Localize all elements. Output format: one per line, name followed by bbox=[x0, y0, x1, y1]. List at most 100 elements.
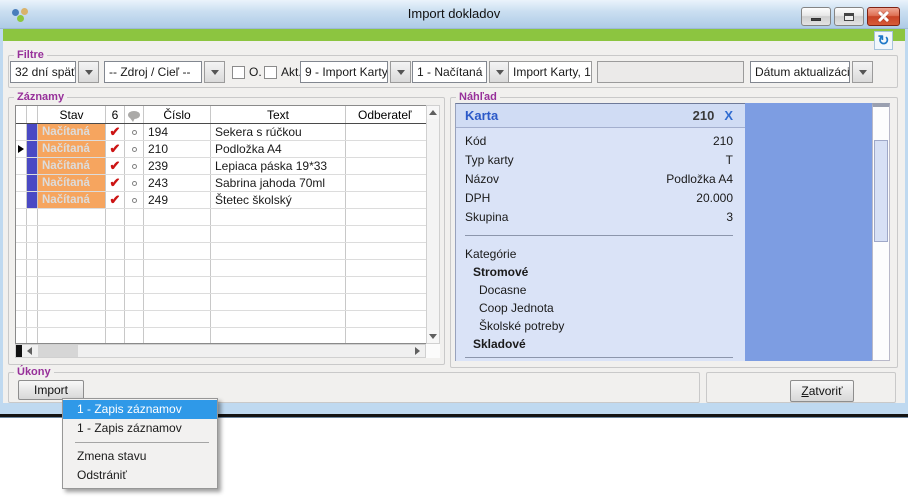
table-row[interactable]: Načítaná ✔ 194 Sekera s rúčkou bbox=[16, 124, 426, 141]
records-horizontal-scrollbar[interactable] bbox=[15, 344, 426, 358]
state-filter-dropdown-button[interactable] bbox=[489, 61, 510, 83]
header-text[interactable]: Text bbox=[211, 106, 346, 123]
header-cislo[interactable]: Číslo bbox=[144, 106, 211, 123]
table-row-current[interactable]: Načítaná ✔ 210 Podložka A4 bbox=[16, 141, 426, 158]
chevron-down-icon bbox=[859, 70, 867, 75]
o-checkbox-box[interactable] bbox=[232, 66, 245, 79]
status-dot-icon bbox=[132, 198, 137, 203]
sort-by-dropdown-button[interactable] bbox=[852, 61, 873, 83]
preview-scrollbar[interactable] bbox=[872, 103, 890, 361]
column-splitter-handle[interactable] bbox=[16, 345, 22, 357]
close-window-button[interactable]: Zatvoriť bbox=[790, 380, 854, 402]
current-row-arrow-icon bbox=[18, 145, 24, 153]
check-icon: ✔ bbox=[110, 141, 121, 157]
import-type-dropdown-button[interactable] bbox=[390, 61, 411, 83]
status-dot-icon bbox=[132, 147, 137, 152]
table-row[interactable]: Načítaná ✔ 243 Sabrina jahoda 70ml bbox=[16, 175, 426, 192]
accent-bar bbox=[3, 29, 905, 41]
scrollbar-corner bbox=[426, 344, 440, 358]
menu-item-zmena-stavu[interactable]: Zmena stavu bbox=[63, 447, 217, 466]
header-stav[interactable]: Stav bbox=[38, 106, 106, 123]
maximize-button[interactable] bbox=[834, 7, 864, 26]
filter-text-input[interactable]: Import Karty, 12 bbox=[508, 61, 592, 83]
arrow-down-icon bbox=[429, 334, 437, 339]
window-title: Import dokladov bbox=[0, 6, 908, 21]
filters-label: Filtre bbox=[14, 49, 47, 61]
import-type-combo[interactable]: 9 - Import Karty bbox=[300, 61, 411, 83]
records-table: Stav 6 Číslo Text Odberateľ Načítaná ✔ 1… bbox=[15, 105, 426, 344]
scroll-up-button[interactable] bbox=[427, 106, 439, 119]
header-selector bbox=[16, 106, 27, 123]
akt-checkbox-label: Akt. bbox=[281, 65, 302, 79]
scroll-down-button[interactable] bbox=[427, 330, 439, 343]
header-odberatel[interactable]: Odberateľ bbox=[346, 106, 426, 123]
menu-separator bbox=[75, 442, 209, 443]
records-vertical-scrollbar[interactable] bbox=[426, 105, 440, 344]
sort-by-value: Dátum aktualizácie bbox=[750, 61, 850, 83]
akt-checkbox[interactable]: Akt. bbox=[264, 65, 302, 79]
import-type-value: 9 - Import Karty bbox=[300, 61, 388, 83]
scroll-right-button[interactable] bbox=[411, 345, 424, 357]
close-button[interactable] bbox=[867, 7, 900, 26]
category-item: Docasne bbox=[456, 281, 745, 299]
source-target-combo[interactable]: -- Zdroj / Cieľ -- bbox=[104, 61, 225, 83]
import-dokladov-window: Import dokladov ↻ Filtre 32 dní späť -- … bbox=[0, 0, 908, 417]
arrow-left-icon bbox=[27, 347, 32, 355]
categories-label: Kategórie bbox=[456, 244, 745, 263]
category-item: Coop Jednota bbox=[456, 299, 745, 317]
category-item: Školské potreby bbox=[456, 317, 745, 335]
category-item: Skladové bbox=[456, 335, 745, 353]
empty-table-row bbox=[16, 294, 426, 311]
close-icon bbox=[878, 11, 889, 22]
preview-card-header: Karta 210 X bbox=[456, 104, 745, 128]
akt-checkbox-box[interactable] bbox=[264, 66, 277, 79]
import-context-menu: 1 - Zapis záznamov 1 - Zapis záznamov Zm… bbox=[62, 398, 218, 489]
preview-detail-area bbox=[745, 103, 872, 361]
preview-scroll-thumb[interactable] bbox=[874, 140, 888, 242]
header-balloon[interactable] bbox=[125, 106, 144, 123]
empty-table-row bbox=[16, 226, 426, 243]
period-filter-combo[interactable]: 32 dní späť bbox=[10, 61, 99, 83]
import-button[interactable]: Import bbox=[18, 380, 84, 400]
card-close-icon[interactable]: X bbox=[724, 108, 733, 123]
source-target-value: -- Zdroj / Cieľ -- bbox=[104, 61, 202, 83]
window-border-left bbox=[0, 29, 3, 414]
preview-field: Skupina3 bbox=[456, 207, 745, 226]
minimize-icon bbox=[811, 18, 821, 21]
menu-item-zapis-zaznamov-1[interactable]: 1 - Zapis záznamov bbox=[63, 400, 217, 419]
check-icon: ✔ bbox=[110, 175, 121, 191]
check-icon: ✔ bbox=[110, 124, 121, 140]
header-six[interactable]: 6 bbox=[106, 106, 125, 123]
arrow-up-icon bbox=[429, 110, 437, 115]
sort-by-combo[interactable]: Dátum aktualizácie bbox=[750, 61, 873, 83]
chevron-down-icon bbox=[85, 70, 93, 75]
state-filter-value: 1 - Načítaná bbox=[412, 61, 487, 83]
divider bbox=[465, 357, 733, 358]
card-title: Karta bbox=[465, 108, 693, 123]
refresh-icon[interactable]: ↻ bbox=[874, 31, 893, 50]
state-filter-combo[interactable]: 1 - Načítaná bbox=[412, 61, 510, 83]
minimize-button[interactable] bbox=[801, 7, 831, 26]
table-row[interactable]: Načítaná ✔ 239 Lepiaca páska 19*33 bbox=[16, 158, 426, 175]
o-checkbox-label: O. bbox=[249, 65, 262, 79]
menu-item-odstranit[interactable]: Odstrániť bbox=[63, 466, 217, 485]
source-target-dropdown-button[interactable] bbox=[204, 61, 225, 83]
title-bar[interactable]: Import dokladov bbox=[0, 0, 908, 29]
search-input[interactable] bbox=[597, 61, 744, 83]
actions-label: Úkony bbox=[14, 366, 54, 378]
empty-table-row bbox=[16, 328, 426, 344]
scroll-left-button[interactable] bbox=[23, 345, 36, 357]
empty-table-row bbox=[16, 311, 426, 328]
preview-field: Typ kartyT bbox=[456, 150, 745, 169]
horizontal-scroll-thumb[interactable] bbox=[38, 345, 78, 357]
table-row[interactable]: Načítaná ✔ 249 Štetec školský bbox=[16, 192, 426, 209]
period-filter-dropdown-button[interactable] bbox=[78, 61, 99, 83]
chevron-down-icon bbox=[211, 70, 219, 75]
maximize-icon bbox=[844, 13, 854, 21]
card-number: 210 bbox=[693, 108, 715, 123]
menu-item-zapis-zaznamov-2[interactable]: 1 - Zapis záznamov bbox=[63, 419, 217, 438]
preview-field: NázovPodložka A4 bbox=[456, 169, 745, 188]
check-icon: ✔ bbox=[110, 192, 121, 208]
o-checkbox[interactable]: O. bbox=[232, 65, 262, 79]
period-filter-value: 32 dní späť bbox=[10, 61, 76, 83]
